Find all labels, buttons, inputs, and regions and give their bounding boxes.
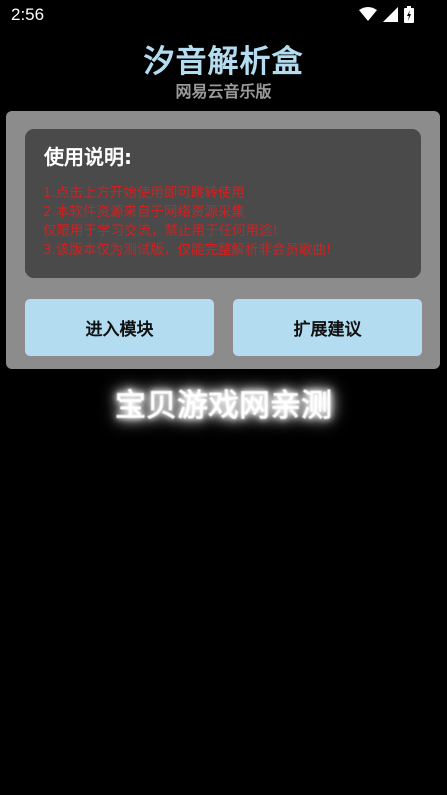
- wifi-icon: [359, 7, 377, 26]
- app-subtitle: 网易云音乐版: [175, 82, 272, 101]
- instruction-line: 仅限用于学习交流，禁止用于任何用途!: [43, 223, 278, 239]
- instruction-line: 2.本软件资源来自于网络资源采集: [43, 204, 245, 220]
- instruction-line: 3.该版本仅为测试版，仅能完整解析非会员歌曲!: [43, 242, 332, 258]
- status-time: 2:56: [11, 5, 45, 24]
- status-icons: [359, 6, 414, 27]
- app-title: 汐音解析盒: [143, 44, 304, 80]
- watermark-text: 宝贝游戏网亲测: [115, 388, 332, 424]
- status-bar: 2:56: [0, 0, 447, 30]
- instruction-line: 1.点击上方开始使用即可跳转使用: [43, 185, 245, 201]
- instructions-card: 使用说明: 1.点击上方开始使用即可跳转使用 2.本软件资源来自于网络资源采集 …: [25, 129, 421, 278]
- suggestion-button[interactable]: 扩展建议: [233, 299, 422, 356]
- battery-icon: [404, 6, 414, 27]
- signal-icon: [383, 7, 398, 26]
- main-panel: 使用说明: 1.点击上方开始使用即可跳转使用 2.本软件资源来自于网络资源采集 …: [6, 111, 440, 369]
- enter-module-button[interactable]: 进入模块: [25, 299, 214, 356]
- instructions-list: 1.点击上方开始使用即可跳转使用 2.本软件资源来自于网络资源采集 仅限用于学习…: [43, 184, 331, 260]
- instructions-title: 使用说明:: [44, 145, 132, 169]
